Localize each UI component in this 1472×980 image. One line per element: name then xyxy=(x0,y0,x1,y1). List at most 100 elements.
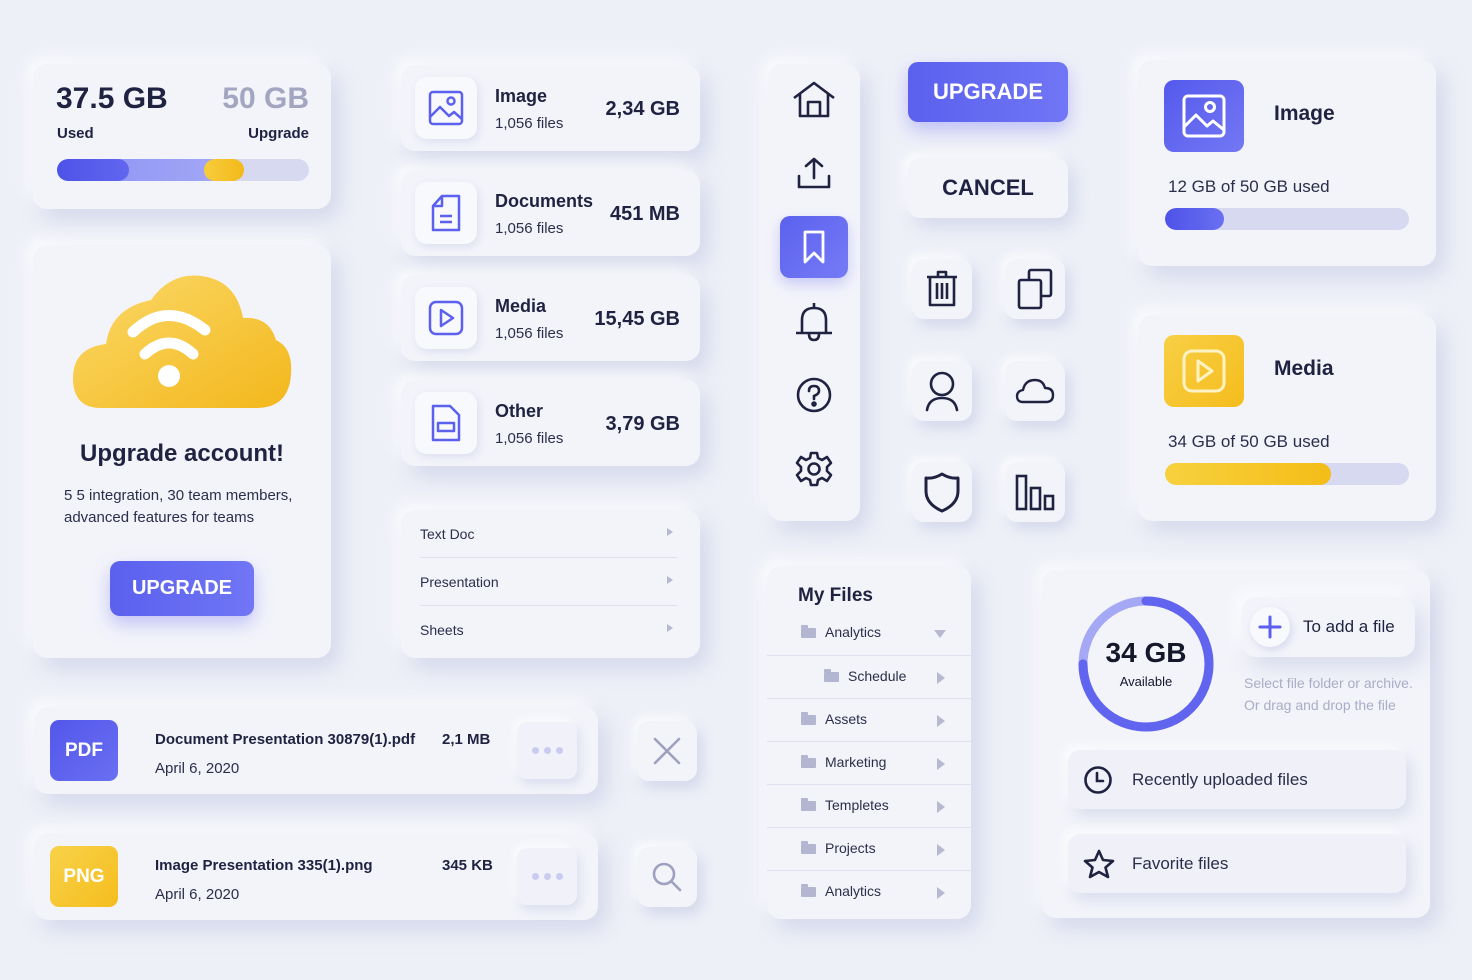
menu-item-label: Sheets xyxy=(420,622,464,638)
upgrade-account-description: 5 5 integration, 30 team members, advanc… xyxy=(64,487,293,526)
available-value: 34 GB xyxy=(1105,637,1187,668)
usage-text: 12 GB of 50 GB used xyxy=(1168,177,1330,196)
file-name: Document Presentation 30879(1).pdf xyxy=(155,731,416,748)
image-usage-bar xyxy=(1165,208,1409,230)
shield-icon xyxy=(924,472,960,513)
tree-item[interactable]: Marketing xyxy=(767,741,971,784)
close-icon xyxy=(653,737,681,765)
sidebar-item-notifications[interactable] xyxy=(780,290,848,352)
file-size: 345 KB xyxy=(442,857,493,874)
favorite-files-label: Favorite files xyxy=(1132,854,1229,873)
category-row[interactable]: Documents 1,056 files 451 MB xyxy=(401,170,700,256)
upgrade-button[interactable]: UPGRADE xyxy=(908,62,1068,122)
folder-icon xyxy=(801,625,816,638)
sidebar-item-home[interactable] xyxy=(780,68,848,130)
upgrade-account-button[interactable]: UPGRADE xyxy=(110,561,254,616)
analytics-button[interactable] xyxy=(1005,462,1065,522)
menu-item-sheets[interactable]: Sheets xyxy=(420,606,677,654)
copy-button[interactable] xyxy=(1005,259,1065,319)
dot xyxy=(531,873,539,880)
folder-icon xyxy=(801,841,816,854)
category-row[interactable]: Media 1,056 files 15,45 GB xyxy=(401,275,700,361)
category-name: Image xyxy=(495,86,548,106)
available-storage-ring: 34 GB Available xyxy=(1076,594,1216,734)
used-value: 37.5 GB xyxy=(56,82,168,115)
cloud-button[interactable] xyxy=(1005,361,1065,421)
sidebar-item-upload[interactable] xyxy=(780,142,848,204)
tree-item[interactable]: Analytics xyxy=(767,612,971,655)
search-button[interactable] xyxy=(637,847,697,907)
menu-item-presentation[interactable]: Presentation xyxy=(420,558,677,606)
chevron-right-icon xyxy=(937,844,945,856)
tree-item[interactable]: Assets xyxy=(767,698,971,741)
dot xyxy=(555,747,563,754)
category-count: 1,056 files xyxy=(495,325,564,342)
sidebar-item-help[interactable] xyxy=(780,364,848,426)
chevron-down-icon xyxy=(934,630,946,638)
menu-item-text-doc[interactable]: Text Doc xyxy=(420,510,677,558)
clock-icon xyxy=(1083,765,1113,795)
recently-uploaded-button[interactable]: Recently uploaded files xyxy=(1068,750,1406,809)
tree-item-label: Assets xyxy=(825,711,868,727)
storage-progress-bar xyxy=(57,159,309,181)
more-options-button[interactable] xyxy=(517,848,577,905)
bookmark-icon xyxy=(803,230,825,264)
folder-icon xyxy=(801,755,816,768)
category-size: 3,79 GB xyxy=(605,413,680,435)
tree-item[interactable]: Schedule xyxy=(767,655,971,698)
upload-panel: 34 GB Available To add a file Select fil… xyxy=(1042,570,1430,918)
usage-title: Media xyxy=(1274,357,1334,380)
document-icon xyxy=(415,182,477,244)
chevron-right-icon xyxy=(667,576,673,584)
cancel-button[interactable]: CANCEL xyxy=(908,158,1068,218)
category-count: 1,056 files xyxy=(495,115,564,132)
chevron-right-icon xyxy=(937,758,945,770)
my-files-tree: My Files Analytics Schedule Assets Marke… xyxy=(767,566,971,919)
tree-item-label: Marketing xyxy=(825,754,887,770)
upload-icon xyxy=(797,157,831,189)
image-usage-card: Image 12 GB of 50 GB used xyxy=(1138,60,1436,266)
file-row[interactable]: PNG Image Presentation 335(1).png April … xyxy=(34,833,598,920)
folder-icon xyxy=(824,669,839,682)
tree-item[interactable]: Templetes xyxy=(767,784,971,827)
upgrade-link[interactable]: Upgrade xyxy=(248,125,309,142)
chevron-right-icon xyxy=(667,528,673,536)
recently-uploaded-label: Recently uploaded files xyxy=(1132,770,1308,789)
help-icon xyxy=(796,377,832,413)
play-icon xyxy=(1164,335,1244,407)
category-count: 1,056 files xyxy=(495,430,564,447)
chevron-right-icon xyxy=(667,624,673,632)
delete-button[interactable] xyxy=(912,259,972,319)
dot xyxy=(555,873,563,880)
star-icon xyxy=(1083,849,1115,879)
usage-title: Image xyxy=(1274,102,1335,125)
tree-item[interactable]: Projects xyxy=(767,827,971,870)
close-button[interactable] xyxy=(637,721,697,781)
image-icon xyxy=(1164,80,1244,152)
usage-text: 34 GB of 50 GB used xyxy=(1168,432,1330,451)
more-options-button[interactable] xyxy=(517,722,577,779)
file-row[interactable]: PDF Document Presentation 30879(1).pdf A… xyxy=(34,707,598,794)
upgrade-account-card: Upgrade account! 5 5 integration, 30 tea… xyxy=(33,245,331,658)
chevron-right-icon xyxy=(937,672,945,684)
security-button[interactable] xyxy=(912,462,972,522)
sidebar-item-settings[interactable] xyxy=(780,438,848,500)
category-row[interactable]: Image 1,056 files 2,34 GB xyxy=(401,65,700,151)
plus-icon xyxy=(1250,607,1290,647)
category-size: 2,34 GB xyxy=(605,98,680,120)
favorite-files-button[interactable]: Favorite files xyxy=(1068,834,1406,893)
home-icon xyxy=(793,81,835,118)
search-icon xyxy=(652,862,682,892)
profile-button[interactable] xyxy=(912,361,972,421)
add-file-button[interactable]: To add a file xyxy=(1242,597,1415,657)
tree-item-label: Projects xyxy=(825,840,876,856)
file-type-menu: Text Doc Presentation Sheets xyxy=(401,510,700,658)
user-icon xyxy=(925,371,959,412)
tree-item[interactable]: Analytics xyxy=(767,870,971,913)
category-row[interactable]: Other 1,056 files 3,79 GB xyxy=(401,380,700,466)
copy-icon xyxy=(1017,268,1053,310)
category-name: Media xyxy=(495,296,547,316)
sidebar-item-bookmark[interactable] xyxy=(780,216,848,278)
sidebar-nav xyxy=(768,64,860,521)
file-size: 2,1 MB xyxy=(442,731,491,748)
